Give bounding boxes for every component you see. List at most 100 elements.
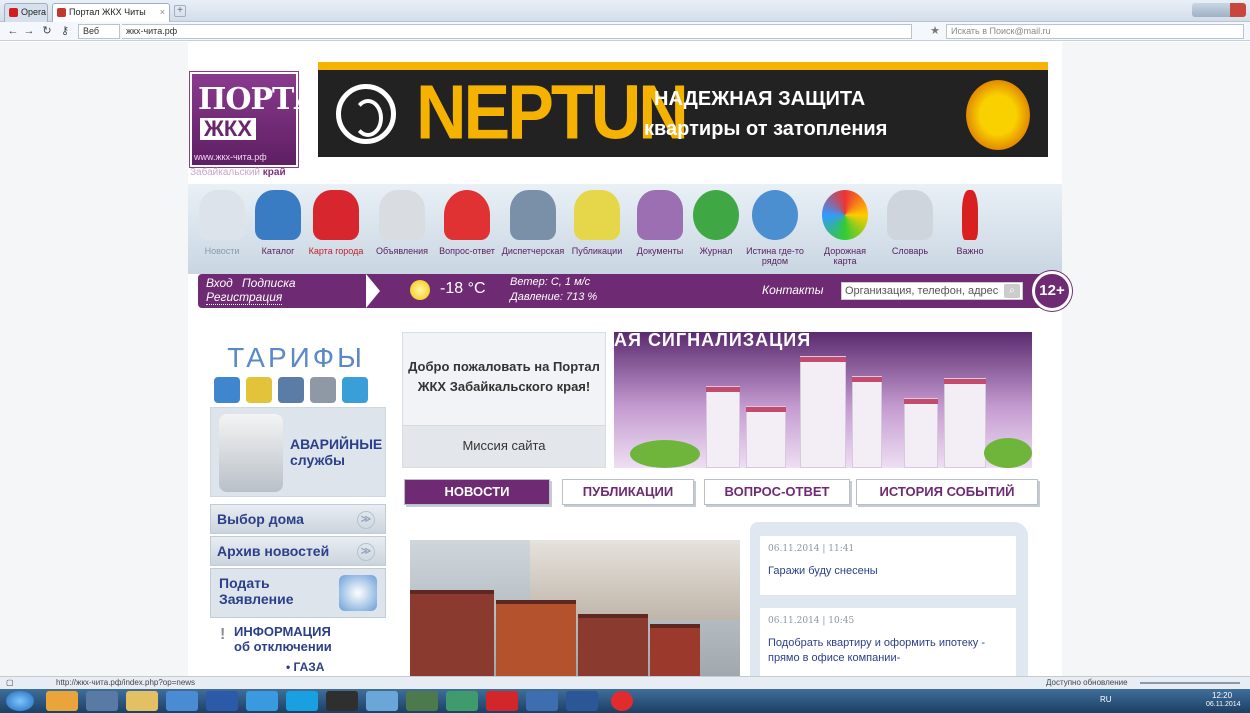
nav-label: Важно [956,246,984,256]
security-label: Веб [83,26,100,36]
browser-search-placeholder: Искать в Поиск@mail.ru [951,26,1051,36]
list-item[interactable]: 06.11.2014 | 10:45 Подобрать квартиру и … [760,608,1016,676]
word-icon[interactable] [566,691,598,711]
skype-icon[interactable] [286,691,318,711]
bookmark-star-icon[interactable]: ★ [928,24,942,38]
forward-arrow-icon[interactable]: → [22,24,36,38]
news-archive-button[interactable]: Архив новостей ≫ [210,536,386,566]
save-app-icon[interactable] [206,691,238,711]
windows-taskbar: RU 12:20 06.11.2014 [0,689,1250,713]
browser-tab-bar: Opera Портал ЖКХ Читы × + [0,0,1250,22]
select-house-label: Выбор дома [217,511,304,527]
submit-application-button[interactable]: Подать Заявление [210,568,386,618]
update-notice[interactable]: Доступно обновление [1046,677,1128,689]
nav-news[interactable]: Новости [196,184,248,274]
tab-portal[interactable]: Портал ЖКХ Читы × [52,3,170,22]
outage-gas-link[interactable]: • ГАЗА [286,660,324,674]
new-tab-button[interactable]: + [174,5,186,17]
opera-menu-button[interactable]: Opera [4,3,48,22]
tab-news[interactable]: НОВОСТИ [404,479,550,505]
pdf-app-icon[interactable] [486,691,518,711]
radiator-icon[interactable] [310,377,336,403]
network-app-icon[interactable] [366,691,398,711]
tab-publications[interactable]: ПУБЛИКАЦИИ [562,479,694,505]
nav-dispatch[interactable]: Диспетчерская [500,184,566,274]
contacts-link[interactable]: Контакты [762,283,824,297]
start-button[interactable] [6,691,34,711]
nav-roadmap[interactable]: Дорожная карта [812,184,878,274]
emergency-services-block[interactable]: АВАРИЙНЫЕ службы [210,407,386,497]
newspaper-man-icon [199,190,245,240]
documents-stack-icon [637,190,683,240]
key-icon[interactable]: ⚷ [58,24,72,38]
clock-date[interactable]: 06.11.2014 [1206,701,1241,708]
tariffs-heading[interactable]: ТАРИФЫ [208,342,384,374]
skype-app-icon[interactable] [166,691,198,711]
news-photo[interactable] [410,540,740,676]
opera-icon[interactable] [611,691,633,711]
tool-app-icon[interactable] [446,691,478,711]
tab-history[interactable]: ИСТОРИЯ СОБЫТИЙ [856,479,1038,505]
app-icon[interactable] [526,691,558,711]
nav-publications[interactable]: Публикации [566,184,628,274]
region-label: Забайкальский край [190,167,286,178]
gas-flame-icon[interactable] [342,377,368,403]
list-item[interactable]: 06.11.2014 | 11:41 Гаражи буду снесены [760,536,1016,596]
language-indicator[interactable]: RU [1100,695,1112,704]
news-title[interactable]: Гаражи буду снесены [768,564,1008,579]
security-badge[interactable]: Веб [78,24,120,39]
dictionary-man-icon [887,190,933,240]
zoom-slider[interactable] [1140,682,1240,684]
subscribe-link[interactable]: Подписка [242,276,296,290]
building-image [746,406,786,468]
select-house-button[interactable]: Выбор дома ≫ [210,504,386,534]
house-icon[interactable] [214,377,240,403]
site-search-input[interactable]: Организация, телефон, адрес [841,282,1023,300]
tab-close-icon[interactable]: × [160,4,165,21]
address-bar[interactable]: жкх-чита.рф [122,24,912,39]
tab-qa[interactable]: ВОПРОС-ОТВЕТ [704,479,850,505]
clock-time[interactable]: 12:20 [1212,691,1232,700]
search-icon[interactable]: ⌕ [1004,284,1020,298]
neptun-banner[interactable]: NEPTUN НАДЕЖНАЯ ЗАЩИТА квартиры от затоп… [318,62,1048,157]
news-title[interactable]: Подобрать квартиру и оформить ипотеку - … [768,636,1008,666]
explorer-icon[interactable] [126,691,158,711]
window-controls[interactable] [1192,3,1246,17]
browser-search-field[interactable]: Искать в Поиск@mail.ru [946,24,1244,39]
window-close-icon[interactable] [1230,3,1246,17]
ie-icon[interactable] [246,691,278,711]
back-arrow-icon[interactable]: ← [6,24,20,38]
outage-info-block[interactable]: ! ИНФОРМАЦИЯ об отключении • ГАЗА [216,620,366,676]
mission-button[interactable]: Миссия сайта [403,425,605,467]
logo-subtitle: ЖКХ [200,118,256,140]
faucet-icon[interactable] [278,377,304,403]
site-logo[interactable]: ПОРТАЛ ЖКХ www.жкх-чита.рф [190,72,343,167]
nav-documents[interactable]: Документы [630,184,690,274]
nav-truth[interactable]: Истина где-то рядом [740,184,810,274]
picture-app-icon[interactable] [406,691,438,711]
nav-ads[interactable]: Объявления [368,184,436,274]
chrome-icon[interactable] [46,691,78,711]
nav-catalog[interactable]: Каталог [252,184,304,274]
nav-qa[interactable]: Вопрос-ответ [436,184,498,274]
browser-status-bar: ▢ http://жкх-чита.рф/index.php?op=news Д… [0,676,1250,689]
panel-toggle-icon[interactable]: ▢ [6,677,14,689]
megaphone-icon [379,190,425,240]
garage-image [578,614,648,676]
welcome-block: Добро пожаловать на Портал ЖКХ Забайкаль… [402,332,606,468]
nav-journal[interactable]: Журнал [692,184,740,274]
lightbulb-icon[interactable] [246,377,272,403]
nav-city-map[interactable]: Карта города [306,184,366,274]
login-link[interactable]: Вход [206,276,233,290]
reload-icon[interactable]: ↻ [40,24,54,38]
tariff-icons [214,377,384,405]
terminal-icon[interactable] [326,691,358,711]
register-link[interactable]: Регистрация [206,290,283,305]
nav-dictionary[interactable]: Словарь [880,184,940,274]
alarm-promo-banner[interactable]: АЯ СИГНАЛИЗАЦИЯ [614,332,1032,468]
pencil-man-icon [574,190,620,240]
nav-important[interactable]: Важно [942,184,998,274]
site-search-placeholder: Организация, телефон, адрес [845,285,999,297]
search-app-icon[interactable] [86,691,118,711]
building-image [800,356,846,468]
